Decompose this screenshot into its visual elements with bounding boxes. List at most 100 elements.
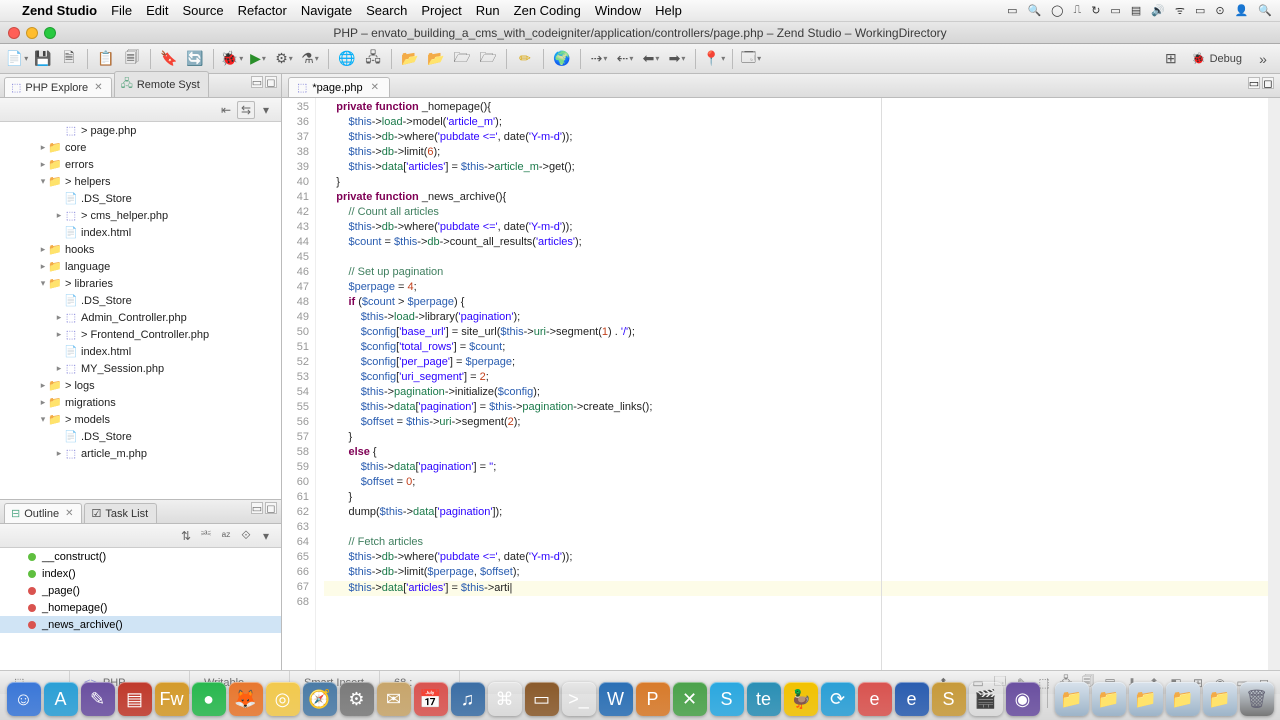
tree-item[interactable]: ▸📁migrations (0, 394, 281, 411)
tab-remote-systems[interactable]: 🖧 Remote Syst (114, 71, 209, 97)
tree-item[interactable]: ▸📁language (0, 258, 281, 275)
view-menu-icon[interactable]: ▾ (257, 101, 275, 119)
dock-app[interactable]: A (44, 682, 78, 716)
tree-item[interactable]: 📄.DS_Store (0, 190, 281, 207)
toolbar-button[interactable]: 🖧 (362, 48, 384, 70)
window-zoom-button[interactable] (44, 27, 56, 39)
menu-edit[interactable]: Edit (146, 3, 168, 18)
dock-app[interactable]: W (599, 682, 633, 716)
tray-icon[interactable]: ⎍ (1073, 4, 1081, 17)
menu-zen-coding[interactable]: Zen Coding (514, 3, 581, 18)
overview-ruler[interactable] (1268, 98, 1280, 670)
link-editor-icon[interactable]: ⇆ (237, 101, 255, 119)
dock-app[interactable]: P (636, 682, 670, 716)
tree-item[interactable]: ▾📁> libraries (0, 275, 281, 292)
dock-app[interactable]: ♫ (451, 682, 485, 716)
perspective-debug[interactable]: 🐞 Debug (1186, 50, 1248, 67)
tree-item[interactable]: ▾📁> helpers (0, 173, 281, 190)
spotlight-icon[interactable]: 🔍 (1027, 4, 1041, 17)
dock-app[interactable]: ☺ (7, 682, 41, 716)
outline-item[interactable]: __construct() (0, 548, 281, 565)
minimize-view-icon[interactable]: ▭ (251, 76, 263, 88)
outline-list[interactable]: __construct()index()_page()_homepage()_n… (0, 548, 281, 670)
dock-app[interactable]: ▤ (118, 682, 152, 716)
filter-icon[interactable]: ⎃ (197, 527, 215, 545)
dock-app[interactable]: S (932, 682, 966, 716)
tree-item[interactable]: 📄index.html (0, 343, 281, 360)
tree-item[interactable]: 📄index.html (0, 224, 281, 241)
toolbar-button[interactable]: 🗁 (451, 48, 473, 70)
close-icon[interactable]: ✕ (65, 508, 73, 519)
volume-icon[interactable]: 🔊 (1151, 4, 1165, 17)
error-marker[interactable] (1271, 606, 1279, 609)
new-button[interactable]: 📄▾ (6, 48, 28, 70)
minimize-view-icon[interactable]: ▭ (251, 502, 263, 514)
toolbar-button[interactable]: ⚙▾ (273, 48, 295, 70)
menu-search[interactable]: Search (366, 3, 407, 18)
open-perspective-button[interactable]: ⊞ (1160, 48, 1182, 70)
battery-icon[interactable]: ▭ (1195, 4, 1205, 17)
menu-run[interactable]: Run (476, 3, 500, 18)
tree-item[interactable]: ▸📁hooks (0, 241, 281, 258)
wifi-icon[interactable]: ᯤ (1175, 3, 1185, 18)
tab-outline[interactable]: ⊟ Outline ✕ (4, 503, 82, 523)
open-folder-button[interactable]: 📂 (399, 48, 421, 70)
window-minimize-button[interactable] (26, 27, 38, 39)
toolbar-button[interactable]: 📂 (425, 48, 447, 70)
dock-app[interactable]: ▭ (525, 682, 559, 716)
tray-icon[interactable]: ↻ (1091, 4, 1100, 17)
menu-navigate[interactable]: Navigate (301, 3, 352, 18)
dock-folder[interactable]: 📁 (1055, 682, 1089, 716)
toolbar-button[interactable]: 🗐 (121, 48, 143, 70)
dock-app[interactable]: Fw (155, 682, 189, 716)
tab-php-explorer[interactable]: ⬚ PHP Explore ✕ (4, 77, 112, 97)
code-editor[interactable]: 3536373839404142434445464748495051525354… (282, 98, 1280, 670)
dock-app[interactable]: 🎬 (969, 682, 1003, 716)
browser-button[interactable]: 🌍 (551, 48, 573, 70)
toolbar-button[interactable]: 🔄 (184, 48, 206, 70)
dock-folder[interactable]: 📁 (1129, 682, 1163, 716)
dock-trash[interactable]: 🗑 (1240, 682, 1274, 716)
tab-tasklist[interactable]: ☑ Task List (84, 503, 157, 523)
tray-icon[interactable]: ▭ (1007, 4, 1017, 17)
tree-item[interactable]: 📄.DS_Store (0, 292, 281, 309)
dock-folder[interactable]: 📁 (1203, 682, 1237, 716)
code-content[interactable]: private function _homepage(){ $this->loa… (316, 98, 1268, 670)
tray-icon[interactable]: ▤ (1131, 4, 1141, 17)
window-close-button[interactable] (8, 27, 20, 39)
toolbar-button[interactable]: ⇠▾ (614, 48, 636, 70)
dock-app[interactable]: 📅 (414, 682, 448, 716)
menu-file[interactable]: File (111, 3, 132, 18)
tree-item[interactable]: ▾📁> models (0, 411, 281, 428)
filter-icon[interactable]: ⟐ (237, 527, 255, 545)
run-button[interactable]: ▶▾ (247, 48, 269, 70)
save-button[interactable]: 💾 (32, 48, 54, 70)
maximize-view-icon[interactable]: ◻ (1262, 77, 1274, 89)
dock-app[interactable]: ⚙ (340, 682, 374, 716)
dock-folder[interactable]: 📁 (1166, 682, 1200, 716)
debug-button[interactable]: 🐞▾ (221, 48, 243, 70)
tray-icon[interactable]: ⊙ (1215, 4, 1224, 17)
dock-app[interactable]: ◎ (266, 682, 300, 716)
tray-icon[interactable]: ▭ (1110, 4, 1120, 17)
close-icon[interactable]: ✕ (371, 82, 379, 93)
dock-app[interactable]: e (895, 682, 929, 716)
menu-refactor[interactable]: Refactor (238, 3, 287, 18)
tree-item[interactable]: ▸⬚Admin_Controller.php (0, 309, 281, 326)
forward-button[interactable]: ➡▾ (666, 48, 688, 70)
dock-app[interactable]: 🦊 (229, 682, 263, 716)
dock-app[interactable]: S (710, 682, 744, 716)
menu-source[interactable]: Source (182, 3, 223, 18)
toolbar-button[interactable]: 🌐 (336, 48, 358, 70)
dock-app[interactable]: ⟳ (821, 682, 855, 716)
dock-app[interactable]: ✎ (81, 682, 115, 716)
view-menu-icon[interactable]: ▾ (257, 527, 275, 545)
toolbar-button[interactable]: 🗁 (477, 48, 499, 70)
az-icon[interactable]: ᵃᶻ (217, 527, 235, 545)
editor-tab-page-php[interactable]: ⬚ *page.php ✕ (288, 77, 390, 97)
tree-item[interactable]: ▸📁> logs (0, 377, 281, 394)
dock-app[interactable]: ✕ (673, 682, 707, 716)
toolbar-button[interactable]: 📋 (95, 48, 117, 70)
back-button[interactable]: ⬅▾ (640, 48, 662, 70)
outline-item[interactable]: _homepage() (0, 599, 281, 616)
